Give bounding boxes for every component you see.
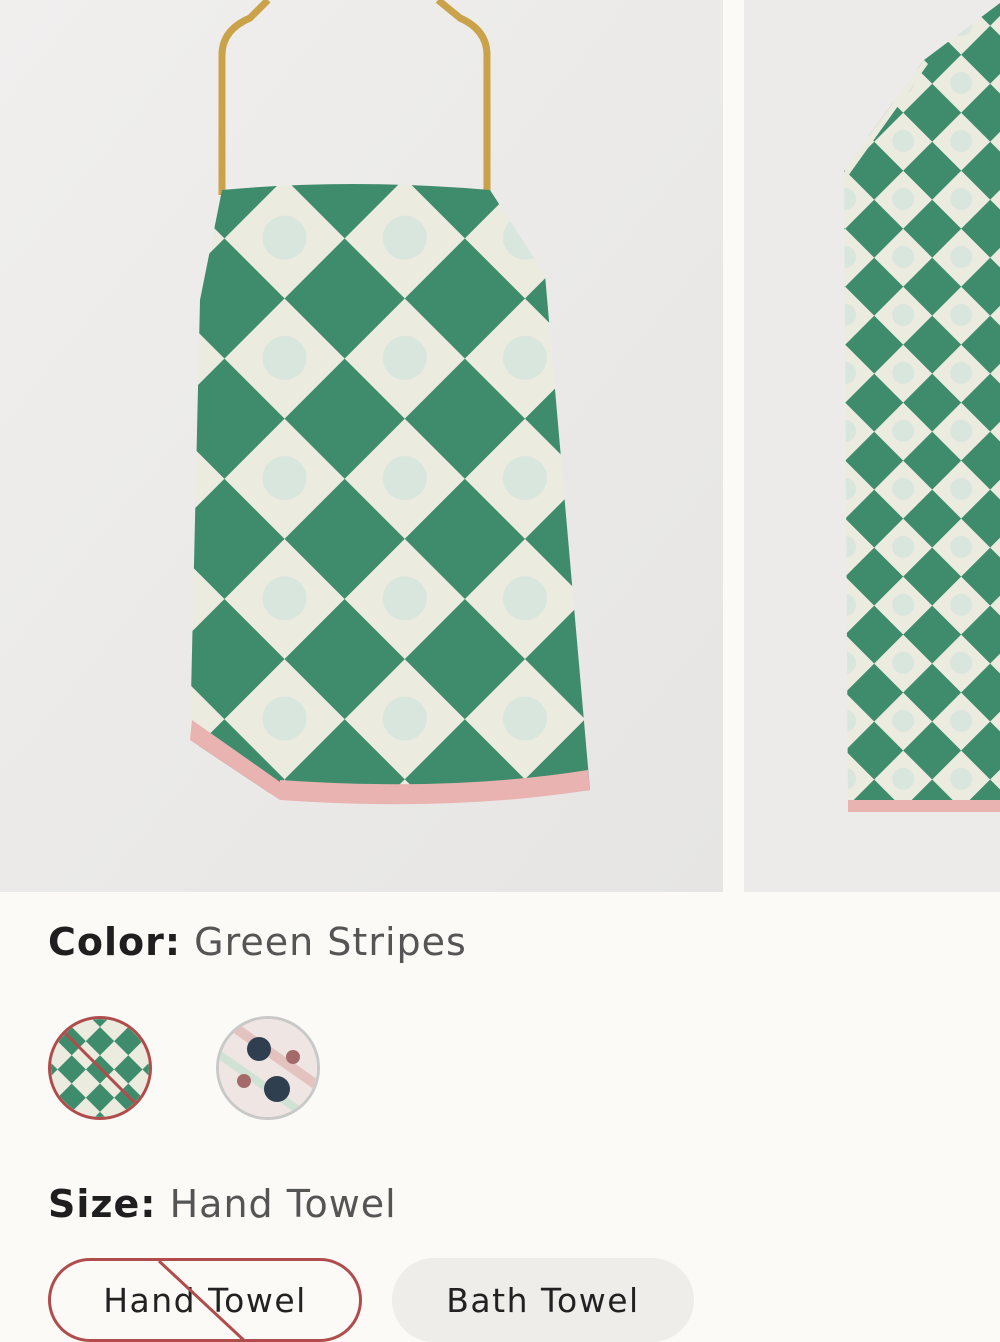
product-image-main[interactable]	[0, 0, 723, 892]
color-label: Color:	[48, 920, 182, 964]
size-selection-label: Size: Hand Towel	[48, 1182, 397, 1226]
size-value: Hand Towel	[169, 1182, 397, 1226]
color-swatch-green[interactable]	[48, 1016, 152, 1120]
color-selection-label: Color: Green Stripes	[48, 920, 467, 964]
size-option-bath-towel[interactable]: Bath Towel	[392, 1258, 694, 1342]
unavailable-strike-icon	[157, 1261, 245, 1339]
color-value: Green Stripes	[194, 920, 467, 964]
product-image-gallery[interactable]	[0, 0, 1000, 892]
size-option-label: Bath Towel	[446, 1280, 640, 1320]
size-option-hand-towel[interactable]: Hand Towel	[48, 1258, 362, 1342]
color-swatch-floral[interactable]	[216, 1016, 320, 1120]
size-label: Size:	[48, 1182, 157, 1226]
product-image-secondary[interactable]	[744, 0, 1000, 892]
